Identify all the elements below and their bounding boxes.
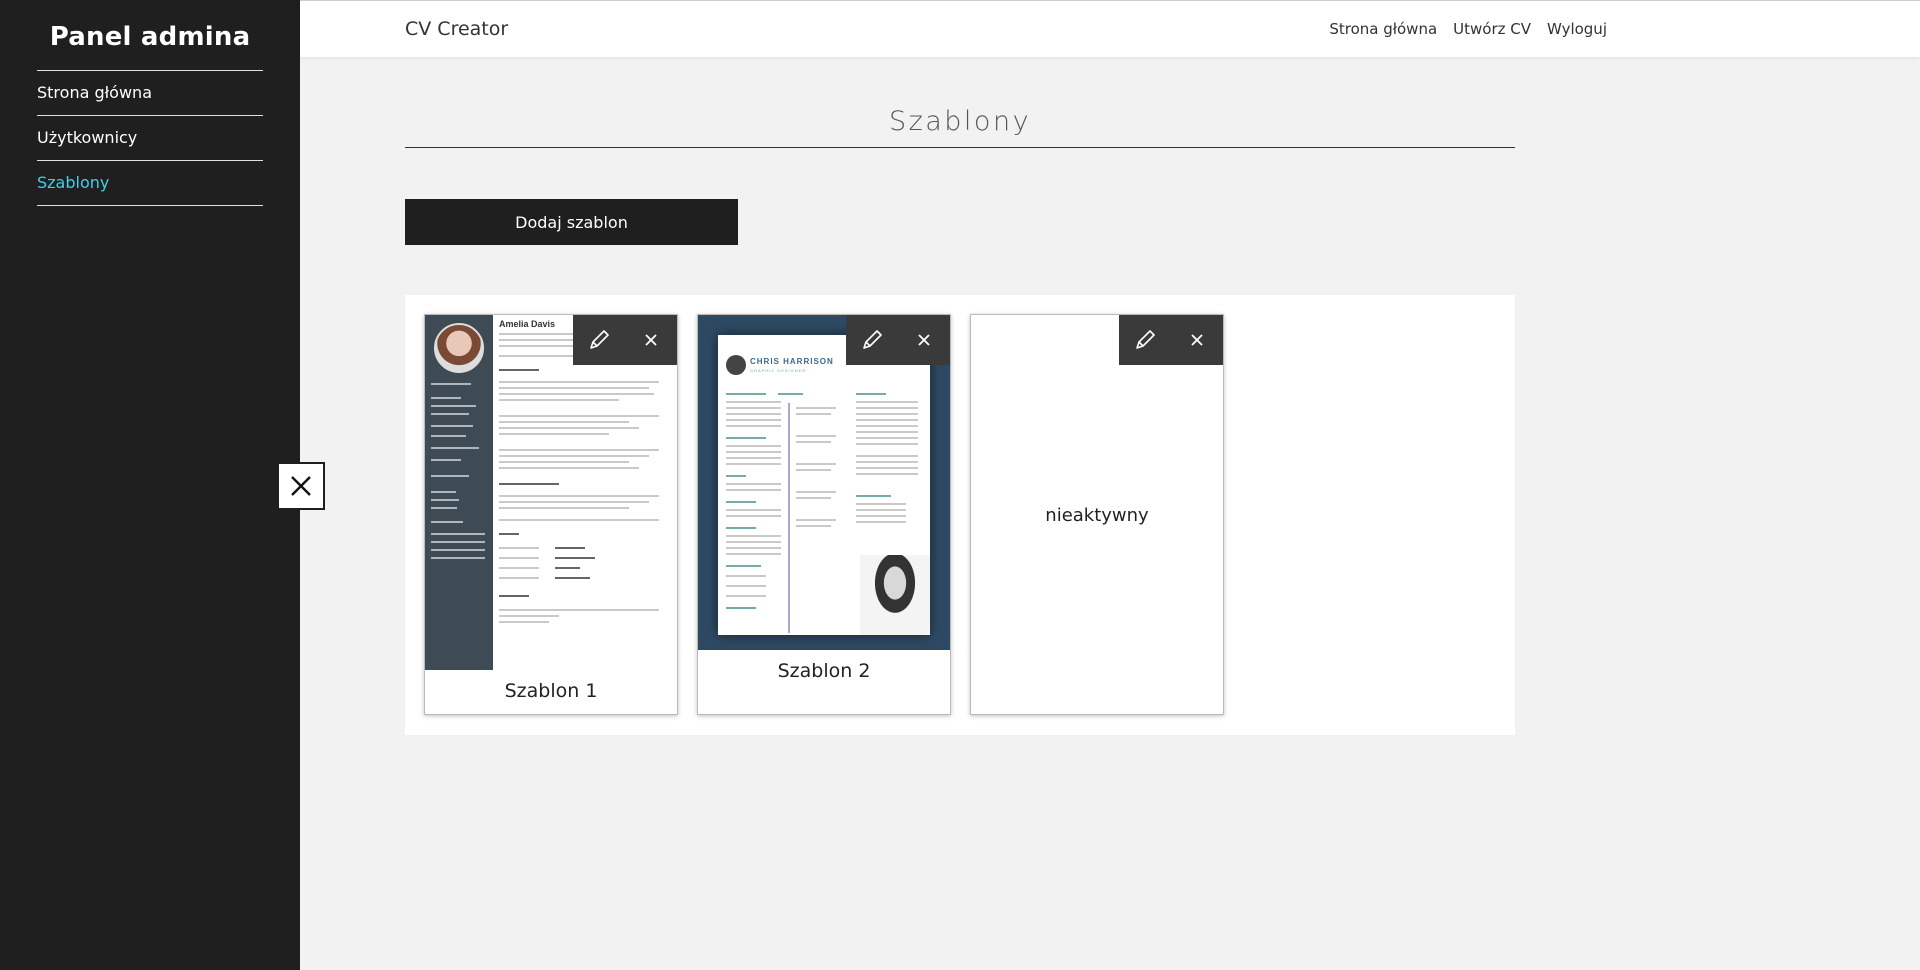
- sidebar-item-templates[interactable]: Szablony: [37, 161, 263, 206]
- sidebar-item-users[interactable]: Użytkownicy: [37, 116, 263, 161]
- delete-template-button[interactable]: [625, 315, 677, 365]
- template-card[interactable]: CHRIS HARRISON GRAPHIC DESIGNER CALL ME: [697, 314, 951, 715]
- delete-template-button[interactable]: [898, 315, 950, 365]
- sidebar-title: Panel admina: [49, 22, 251, 52]
- edit-template-button[interactable]: [846, 315, 898, 365]
- pencil-icon: [1136, 330, 1155, 349]
- nav-link-create-cv[interactable]: Utwórz CV: [1453, 20, 1531, 38]
- close-icon: [645, 334, 657, 346]
- template-name: Szablon 2: [777, 660, 871, 682]
- template-status: nieaktywny: [1045, 505, 1149, 526]
- title-divider: [405, 147, 1515, 148]
- nav-link-home[interactable]: Strona główna: [1329, 20, 1437, 38]
- pencil-icon: [590, 330, 609, 349]
- edit-template-button[interactable]: [573, 315, 625, 365]
- top-navbar: CV Creator Strona główna Utwórz CV Wylog…: [300, 0, 1920, 57]
- sidebar-item-home[interactable]: Strona główna: [37, 71, 263, 116]
- close-icon: [291, 476, 311, 496]
- edit-template-button[interactable]: [1119, 315, 1171, 365]
- template-card[interactable]: Amelia Davis Szablon 1: [424, 314, 678, 715]
- avatar: [726, 355, 746, 375]
- collapse-sidebar-button[interactable]: [277, 462, 325, 510]
- close-icon: [1191, 334, 1203, 346]
- template-name: Szablon 1: [504, 680, 598, 702]
- delete-template-button[interactable]: [1171, 315, 1223, 365]
- card-actions: [846, 315, 950, 365]
- pencil-icon: [863, 330, 882, 349]
- templates-panel: Amelia Davis Szablon 1 CHRIS HARRISON GR…: [405, 295, 1515, 735]
- template-card[interactable]: nieaktywny: [970, 314, 1224, 715]
- top-nav: Strona główna Utwórz CV Wyloguj: [1329, 20, 1607, 38]
- add-template-button[interactable]: Dodaj szablon: [405, 199, 738, 245]
- card-actions: [573, 315, 677, 365]
- nav-link-logout[interactable]: Wyloguj: [1547, 20, 1607, 38]
- card-actions: [1119, 315, 1223, 365]
- brand-logo[interactable]: CV Creator: [405, 18, 508, 40]
- avatar: [434, 323, 484, 373]
- page-title: Szablony: [888, 106, 1032, 137]
- template-preview-image: CHRIS HARRISON GRAPHIC DESIGNER CALL ME: [698, 315, 950, 650]
- sidebar-nav: Strona główna Użytkownicy Szablony: [37, 70, 263, 206]
- close-icon: [918, 334, 930, 346]
- sidebar: Panel admina Strona główna Użytkownicy S…: [0, 0, 300, 970]
- template-preview-image: Amelia Davis: [425, 315, 677, 670]
